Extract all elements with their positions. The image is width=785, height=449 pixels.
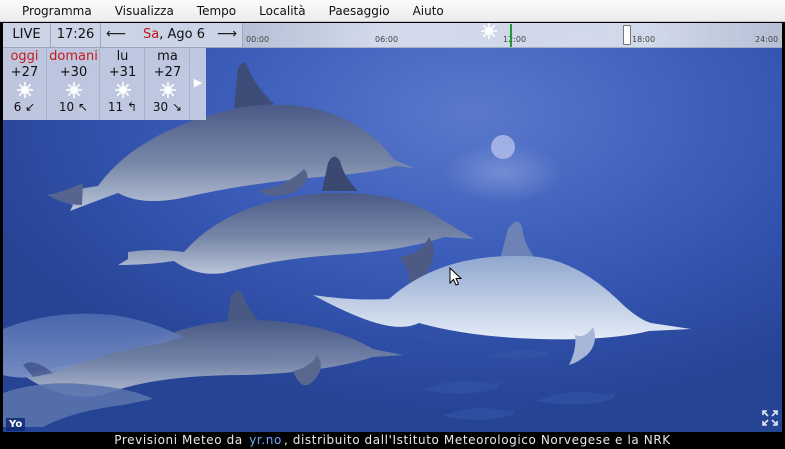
forecast-temperature: +31 — [108, 65, 137, 80]
day-name: Sa — [143, 27, 160, 42]
menu-bar: Programma Visualizza Tempo Località Paes… — [0, 0, 785, 22]
current-time-marker — [510, 24, 512, 47]
tick-label: 18:00 — [632, 35, 656, 44]
weather-scene: LIVE 17:26 ⟵ Sa, Ago 6 ⟶ 00:00 06:00 12:… — [3, 23, 782, 432]
previous-day-arrow-icon[interactable]: ⟵ — [103, 23, 129, 47]
tick-label: 06:00 — [375, 35, 399, 44]
forecast-wind: 10 ↖ — [58, 100, 89, 114]
forecast-day[interactable]: lu +31 11 ↰ — [101, 48, 145, 120]
timeline-slider[interactable]: 00:00 06:00 12:00 18:00 24:00 — [243, 23, 782, 48]
tick-label: 24:00 — [755, 35, 779, 44]
forecast-day-name: lu — [116, 49, 129, 64]
sun-icon — [159, 82, 176, 98]
menu-programma[interactable]: Programma — [12, 0, 102, 22]
attribution-footer: Previsioni Meteo da yr.no, distribuito d… — [0, 432, 785, 449]
menu-aiuto[interactable]: Aiuto — [403, 0, 454, 22]
forecast-day-name: ma — [157, 49, 178, 64]
date-navigator: ⟵ Sa, Ago 6 ⟶ — [101, 23, 243, 48]
forecast-temperature: +27 — [10, 65, 39, 80]
live-button[interactable]: LIVE — [3, 23, 51, 48]
forecast-temperature: +27 — [153, 65, 182, 80]
current-time: 17:26 — [51, 23, 101, 48]
tick-label: 12:00 — [503, 35, 527, 44]
fullscreen-icon[interactable] — [761, 409, 779, 427]
yr-link[interactable]: yr.no — [249, 433, 282, 447]
sun-icon — [114, 82, 131, 98]
yr-logo[interactable]: Yo — [6, 418, 26, 431]
sun-position-icon — [481, 23, 497, 39]
footer-suffix: , distribuito dall'Istituto Meteorologic… — [283, 433, 671, 447]
menu-tempo[interactable]: Tempo — [187, 0, 246, 22]
sun-icon — [65, 82, 82, 98]
forecast-day[interactable]: oggi +27 6 ↙ — [3, 48, 47, 120]
forecast-panel: oggi +27 6 ↙ domani +30 10 ↖ lu +31 11 ↰… — [3, 48, 206, 120]
forecast-day-name: oggi — [10, 49, 39, 64]
sun-icon — [16, 82, 33, 98]
light-glow — [491, 135, 515, 159]
more-days-arrow-icon[interactable]: ▶ — [190, 48, 206, 120]
menu-localita[interactable]: Località — [249, 0, 316, 22]
forecast-wind: 30 ↘ — [152, 100, 183, 114]
footer-prefix: Previsioni Meteo da — [114, 433, 243, 447]
tick-label: 00:00 — [246, 35, 270, 44]
time-bar: LIVE 17:26 ⟵ Sa, Ago 6 ⟶ 00:00 06:00 12:… — [3, 23, 782, 48]
forecast-wind: 11 ↰ — [107, 100, 138, 114]
forecast-day[interactable]: domani +30 10 ↖ — [48, 48, 100, 120]
timeline-handle[interactable] — [623, 25, 631, 45]
next-day-arrow-icon[interactable]: ⟶ — [214, 23, 240, 47]
menu-visualizza[interactable]: Visualizza — [105, 0, 184, 22]
current-date: Sa, Ago 6 — [143, 23, 205, 47]
forecast-day-name: domani — [49, 49, 98, 64]
forecast-temperature: +30 — [59, 65, 88, 80]
forecast-day[interactable]: ma +27 30 ↘ — [146, 48, 190, 120]
mouse-cursor-icon — [449, 267, 463, 286]
menu-paesaggio[interactable]: Paesaggio — [319, 0, 400, 22]
date-label: , Ago 6 — [159, 27, 205, 42]
forecast-wind: 6 ↙ — [13, 100, 36, 114]
